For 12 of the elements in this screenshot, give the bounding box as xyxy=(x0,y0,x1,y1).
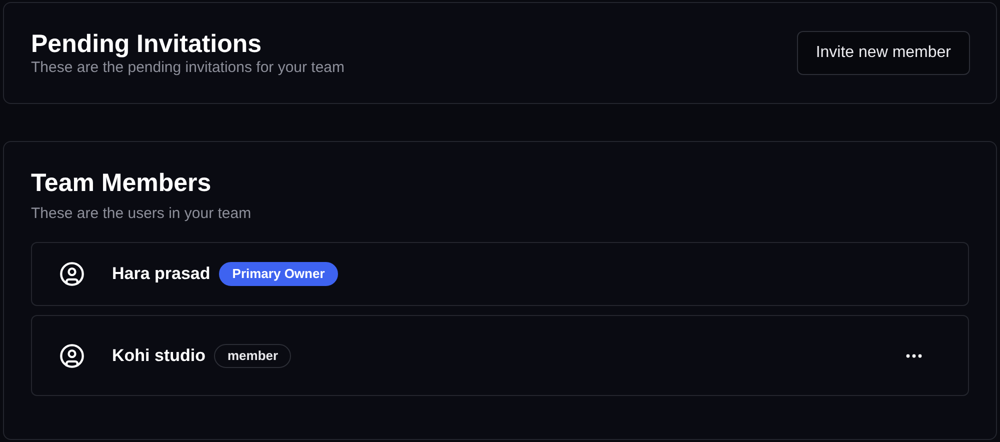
user-icon xyxy=(59,342,85,368)
card-description: These are the users in your team xyxy=(31,205,252,223)
role-badge: Primary Owner xyxy=(219,262,338,286)
user-icon xyxy=(59,261,85,287)
card-title: Pending Invitations xyxy=(31,29,263,59)
member-name: Kohi studio xyxy=(112,344,206,367)
more-icon xyxy=(906,354,922,358)
role-badge: member xyxy=(214,344,292,368)
invite-button[interactable]: Invite new member xyxy=(796,31,970,75)
card-title: Team Members xyxy=(31,168,212,198)
card-description: These are the pending invitations for your team xyxy=(31,59,345,77)
member-name: Hara prasad xyxy=(112,263,210,286)
